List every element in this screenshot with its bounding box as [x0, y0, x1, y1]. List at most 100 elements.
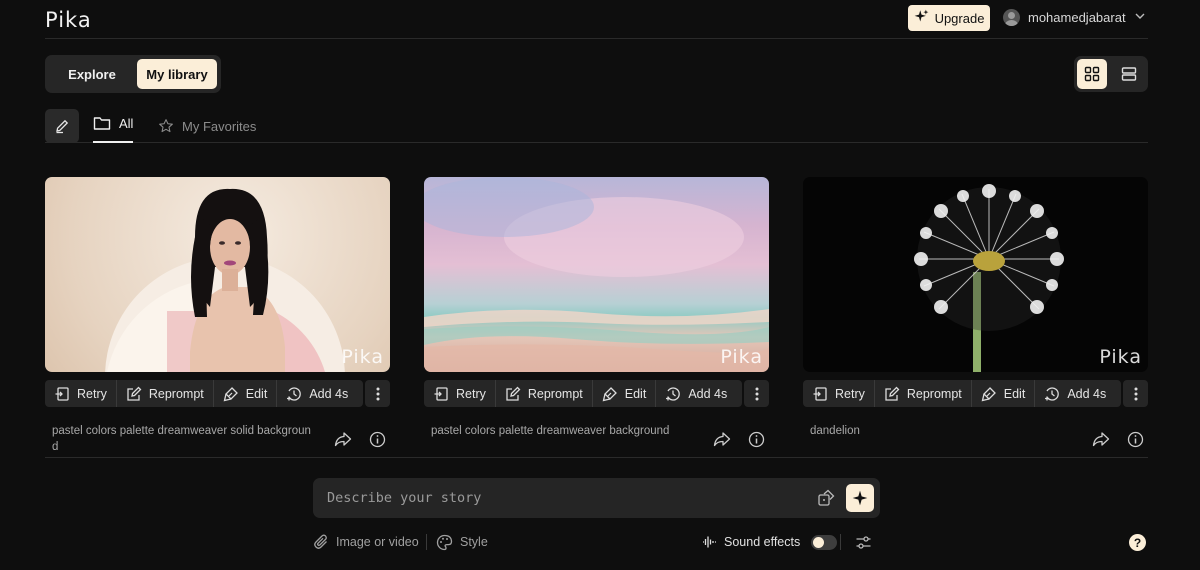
pika-watermark: Pika	[720, 346, 763, 368]
edit-label: Edit	[1003, 386, 1026, 401]
list-view-button[interactable]	[1114, 59, 1144, 89]
retry-button[interactable]: Retry	[803, 380, 875, 407]
tab-all[interactable]: All	[93, 109, 134, 143]
add-4s-button[interactable]: Add 4s	[277, 380, 357, 407]
edit-selection-button[interactable]	[45, 109, 79, 143]
grid-view-button[interactable]	[1077, 59, 1107, 89]
upgrade-button[interactable]: Upgrade	[908, 5, 990, 31]
info-icon	[1127, 431, 1143, 447]
video-caption: pastel colors palette dreamweaver solid …	[52, 425, 311, 453]
video-thumbnail[interactable]: Pika	[803, 177, 1148, 372]
reprompt-button[interactable]: Reprompt	[117, 380, 214, 407]
share-button[interactable]	[712, 429, 732, 449]
share-icon	[713, 432, 731, 447]
more-vertical-icon	[755, 387, 758, 400]
video-caption: pastel colors palette dreamweaver backgr…	[431, 425, 670, 437]
timer-plus-icon	[1045, 386, 1060, 401]
reprompt-button[interactable]: Reprompt	[496, 380, 593, 407]
sound-wave-icon	[703, 536, 716, 548]
edit-button[interactable]: Edit	[214, 380, 278, 407]
add-4s-label: Add 4s	[309, 386, 349, 401]
image-or-video-button[interactable]: Image or video	[313, 532, 419, 552]
share-icon	[334, 432, 352, 447]
retry-icon	[434, 386, 448, 401]
video-thumbnail[interactable]: Pika	[424, 177, 769, 372]
video-thumbnail[interactable]: Pika	[45, 177, 390, 372]
sparkle-icon	[914, 9, 929, 27]
add-4s-button[interactable]: Add 4s	[656, 380, 736, 407]
my-library-tab[interactable]: My library	[137, 59, 217, 89]
add-4s-button[interactable]: Add 4s	[1035, 380, 1115, 407]
more-vertical-icon	[376, 387, 379, 400]
upgrade-label: Upgrade	[934, 10, 985, 26]
style-button[interactable]: Style	[436, 532, 488, 552]
card-actions: Retry Reprompt Edit Add 4s	[424, 380, 769, 407]
edit-button[interactable]: Edit	[972, 380, 1036, 407]
tab-my-favorites[interactable]: My Favorites	[158, 109, 256, 143]
info-button[interactable]	[367, 429, 387, 449]
info-icon	[369, 431, 385, 447]
edit-label: Edit	[624, 386, 647, 401]
dandelion-image	[914, 184, 1064, 372]
dice-icon	[818, 489, 835, 506]
card-actions: Retry Reprompt Edit Add 4s	[803, 380, 1148, 407]
timer-plus-icon	[287, 386, 302, 401]
brush-icon	[602, 386, 617, 401]
retry-icon	[813, 386, 827, 401]
pika-logo[interactable]: Pika	[45, 8, 92, 32]
settings-button[interactable]	[855, 532, 872, 552]
sound-effects-label: Sound effects	[724, 535, 801, 549]
avatar	[1003, 9, 1020, 26]
reprompt-label: Reprompt	[906, 386, 962, 401]
info-button[interactable]	[746, 429, 766, 449]
sparkle-icon	[852, 490, 868, 506]
explore-tab[interactable]: Explore	[49, 59, 135, 89]
story-prompt-input[interactable]	[313, 478, 803, 518]
tab-favorites-label: My Favorites	[182, 118, 257, 134]
rows-icon	[1121, 67, 1137, 81]
view-toggle	[1074, 56, 1148, 92]
reprompt-label: Reprompt	[527, 386, 583, 401]
tab-all-label: All	[119, 115, 134, 131]
sound-effects-control: Sound effects	[701, 532, 838, 552]
library-tabs: All My Favorites	[45, 109, 1148, 143]
retry-button[interactable]: Retry	[424, 380, 496, 407]
reprompt-label: Reprompt	[148, 386, 204, 401]
username: mohamedjabarat	[1028, 10, 1126, 25]
toolbar-separator	[426, 534, 427, 550]
add-4s-label: Add 4s	[688, 386, 728, 401]
random-prompt-button[interactable]	[816, 488, 836, 508]
share-button[interactable]	[333, 429, 353, 449]
star-icon	[159, 119, 173, 133]
retry-label: Retry	[456, 386, 486, 401]
generate-button[interactable]	[846, 484, 874, 512]
user-menu[interactable]: mohamedjabarat	[1003, 9, 1146, 26]
help-button[interactable]: ?	[1129, 534, 1146, 551]
brush-icon	[981, 386, 996, 401]
more-options-button[interactable]	[1123, 380, 1148, 407]
pastel-landscape-image	[424, 177, 769, 372]
more-options-button[interactable]	[744, 380, 769, 407]
retry-button[interactable]: Retry	[45, 380, 117, 407]
paperclip-icon	[314, 534, 327, 549]
edit-square-icon	[127, 386, 142, 401]
info-button[interactable]	[1125, 429, 1145, 449]
edit-label: Edit	[245, 386, 268, 401]
top-bar: Pika Upgrade mohamedjabarat	[45, 0, 1148, 39]
retry-icon	[55, 386, 69, 401]
timer-plus-icon	[666, 386, 681, 401]
card-actions: Retry Reprompt Edit Add 4s	[45, 380, 390, 407]
more-options-button[interactable]	[365, 380, 390, 407]
more-vertical-icon	[1134, 387, 1137, 400]
edit-button[interactable]: Edit	[593, 380, 657, 407]
sound-effects-toggle[interactable]	[811, 534, 838, 550]
video-caption: dandelion	[810, 425, 860, 437]
add-4s-label: Add 4s	[1067, 386, 1107, 401]
toolbar-separator	[840, 534, 841, 550]
reprompt-button[interactable]: Reprompt	[875, 380, 972, 407]
sliders-icon	[856, 535, 871, 549]
share-button[interactable]	[1091, 429, 1111, 449]
edit-square-icon	[885, 386, 900, 401]
portrait-image	[105, 188, 345, 372]
pencil-icon	[56, 119, 69, 134]
